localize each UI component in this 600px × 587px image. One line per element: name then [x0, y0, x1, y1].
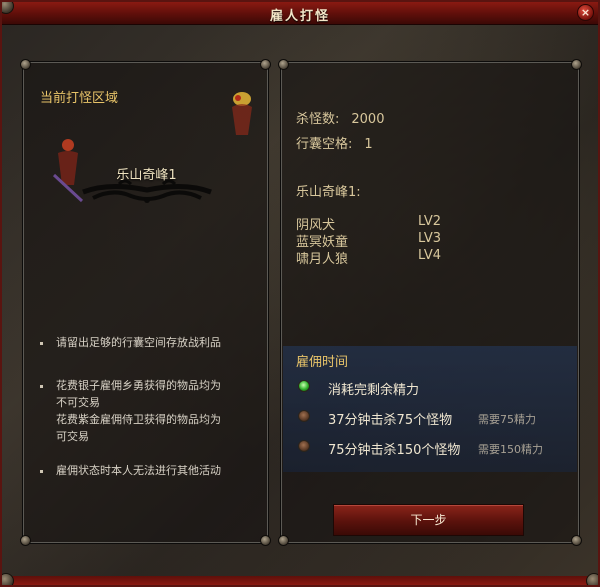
note-line: 请留出足够的行囊空间存放战利品 — [56, 336, 221, 349]
hire-monster-window: 雇人打怪 × 当前打怪区域 乐山奇峰1 请留出足够的行囊空间存放战利品 花费银子… — [0, 0, 600, 587]
bullet-icon — [40, 385, 43, 388]
bag-space-value: 1 — [364, 137, 373, 152]
kill-count-label: 杀怪数: — [296, 112, 340, 127]
note-2: 花费银子雇佣乡勇获得的物品均为 不可交易 花费紫金雇佣侍卫获得的物品均为 可交易 — [56, 377, 221, 445]
note-3: 雇佣状态时本人无法进行其他活动 — [56, 462, 221, 479]
bag-space-row: 行囊空格: 1 — [296, 133, 373, 152]
option-label[interactable]: 消耗完剩余精力 — [328, 379, 419, 398]
bullet-icon — [40, 342, 43, 345]
current-zone-heading: 当前打怪区域 — [40, 91, 119, 106]
zone-ornament-icon — [82, 179, 212, 203]
panel-rivet-icon — [278, 535, 289, 546]
option-requirement: 需要75精力 — [478, 413, 536, 426]
bottom-frame — [2, 576, 598, 585]
note-line: 不可交易 — [56, 396, 100, 409]
note-line: 雇佣状态时本人无法进行其他活动 — [56, 464, 221, 477]
option-label[interactable]: 37分钟击杀75个怪物 — [328, 409, 452, 428]
hire-time-title: 雇佣时间 — [296, 355, 349, 370]
radio-unselected-icon[interactable] — [298, 410, 310, 422]
kill-count-row: 杀怪数: 2000 — [296, 108, 384, 127]
current-zone-panel: 当前打怪区域 乐山奇峰1 请留出足够的行囊空间存放战利品 花费银子雇佣乡勇获得的… — [20, 59, 271, 546]
panel-rivet-icon — [260, 59, 271, 70]
monster-level: LV4 — [418, 248, 441, 263]
panel-rivet-icon — [20, 59, 31, 70]
panel-rivet-icon — [20, 535, 31, 546]
panel-rivet-icon — [571, 535, 582, 546]
radio-selected-icon[interactable] — [298, 380, 310, 392]
close-button[interactable]: × — [577, 4, 594, 21]
note-1: 请留出足够的行囊空间存放战利品 — [56, 334, 221, 351]
bag-space-label: 行囊空格: — [296, 137, 353, 152]
monster-name: 啸月人狼 — [296, 252, 349, 267]
next-step-button[interactable]: 下一步 — [333, 504, 524, 536]
window-title: 雇人打怪 — [269, 9, 330, 24]
monster-figure-icon — [232, 92, 252, 135]
panel-rivet-icon — [278, 59, 289, 70]
corner-ornament-icon — [2, 573, 14, 585]
kill-count-value: 2000 — [351, 112, 385, 127]
bullet-icon — [40, 470, 43, 473]
note-line: 花费银子雇佣乡勇获得的物品均为 — [56, 379, 221, 392]
title-bar[interactable]: 雇人打怪 × — [2, 2, 598, 25]
zone-monsters-label: 乐山奇峰1: — [296, 185, 361, 200]
note-line: 可交易 — [56, 430, 89, 443]
monster-level: LV2 — [418, 214, 441, 229]
corner-ornament-icon — [586, 573, 598, 585]
hire-details-panel: 杀怪数: 2000 行囊空格: 1 乐山奇峰1: 阴风犬 LV2 蓝冥妖童 LV3 … — [278, 59, 582, 546]
radio-unselected-icon[interactable] — [298, 440, 310, 452]
note-line: 花费紫金雇佣侍卫获得的物品均为 — [56, 413, 221, 426]
panel-rivet-icon — [571, 59, 582, 70]
panel-rivet-icon — [260, 535, 271, 546]
option-requirement: 需要150精力 — [478, 443, 543, 456]
monster-level: LV3 — [418, 231, 441, 246]
option-label[interactable]: 75分钟击杀150个怪物 — [328, 439, 460, 458]
